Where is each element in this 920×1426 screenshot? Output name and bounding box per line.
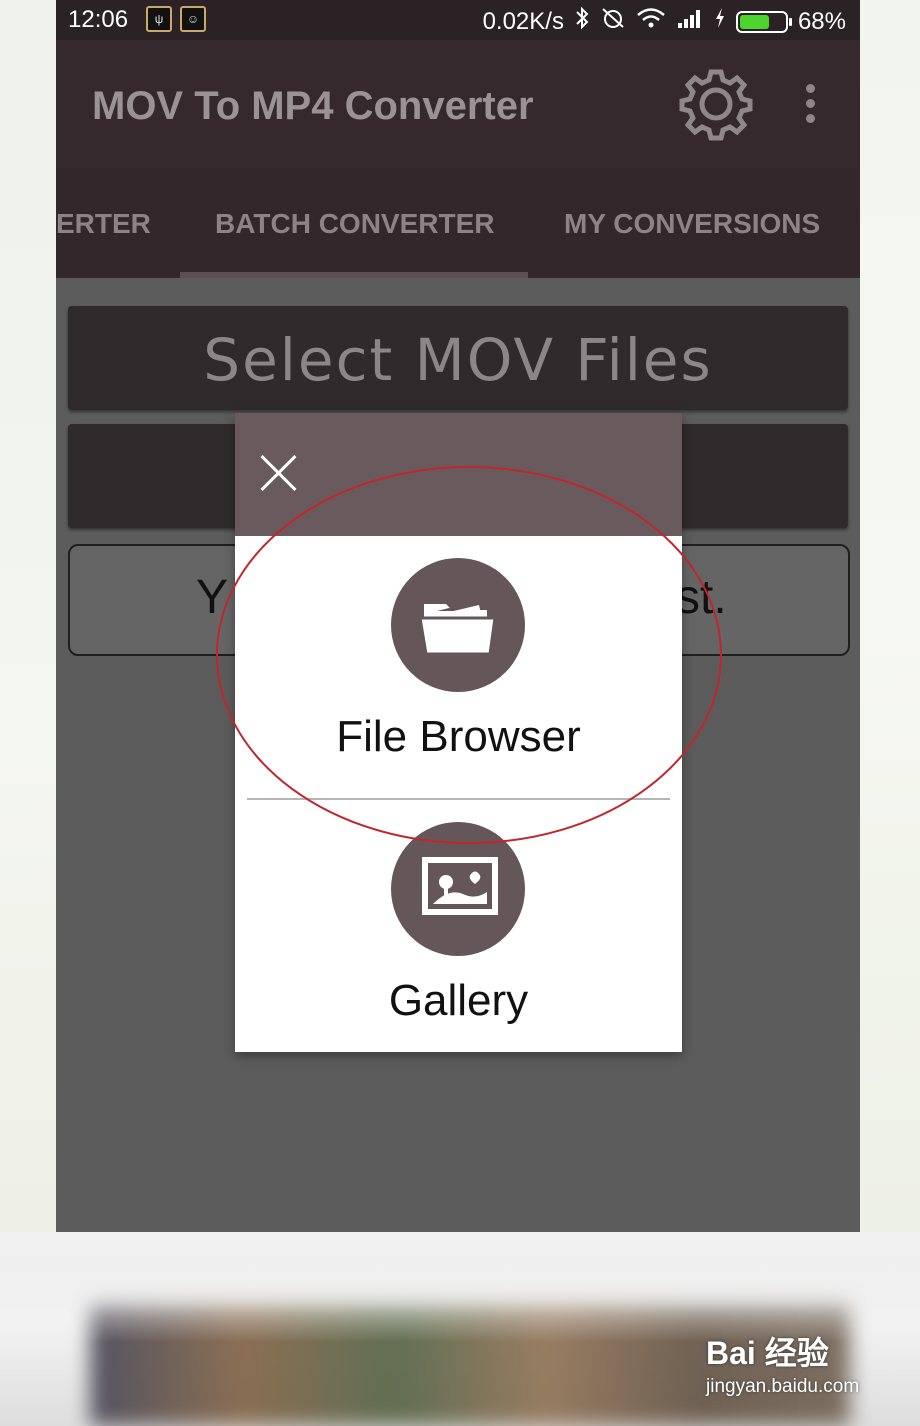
select-mov-files-button[interactable]: Select MOV Files <box>68 306 848 410</box>
right-background <box>860 0 920 1232</box>
gallery-label: Gallery <box>388 976 529 1025</box>
battery-icon <box>735 10 792 33</box>
status-bar: 12:06 ψ ☺ 0.02K/s 68% <box>56 0 860 40</box>
select-mov-files-label: Select MOV Files <box>203 326 713 394</box>
notice-text-left: Y <box>196 571 229 624</box>
close-icon[interactable] <box>259 453 299 493</box>
app-bar: MOV To MP4 Converter <box>56 40 860 168</box>
notification-robot-icon: ☺ <box>180 6 206 32</box>
file-source-dialog: File Browser Gallery <box>235 413 682 1052</box>
bluetooth-icon <box>574 6 590 37</box>
gear-icon[interactable] <box>678 66 754 142</box>
watermark-logo: Bai 经验 <box>706 1335 829 1371</box>
signal-icon <box>676 7 704 36</box>
image-icon <box>391 822 525 956</box>
tab-bar: ERTER BATCH CONVERTER MY CONVERSIONS <box>56 168 860 278</box>
network-speed: 0.02K/s <box>482 7 564 35</box>
left-background <box>0 0 56 1232</box>
file-browser-label: File Browser <box>336 712 581 761</box>
alarm-off-icon <box>600 6 626 37</box>
folder-icon <box>391 558 525 692</box>
app-title: MOV To MP4 Converter <box>92 84 534 128</box>
gallery-option[interactable]: Gallery <box>235 800 682 1052</box>
status-time: 12:06 <box>68 6 129 33</box>
notice-text-right: st. <box>676 571 727 624</box>
overflow-menu-icon[interactable] <box>800 80 820 132</box>
dialog-header <box>235 413 682 536</box>
wifi-icon <box>636 7 666 36</box>
watermark: Bai 经验 jingyan.baidu.com <box>706 1328 859 1398</box>
notification-app-icon: ψ <box>146 6 172 32</box>
charging-icon <box>714 7 726 36</box>
tab-batch-converter[interactable]: BATCH CONVERTER <box>215 208 494 240</box>
tab-my-conversions[interactable]: MY CONVERSIONS <box>564 208 820 240</box>
watermark-url: jingyan.baidu.com <box>706 1376 860 1397</box>
file-browser-option[interactable]: File Browser <box>235 536 682 798</box>
tab-converter[interactable]: ERTER <box>56 208 151 240</box>
status-indicators: 0.02K/s 68% <box>483 6 846 37</box>
battery-percent: 68% <box>797 7 846 35</box>
